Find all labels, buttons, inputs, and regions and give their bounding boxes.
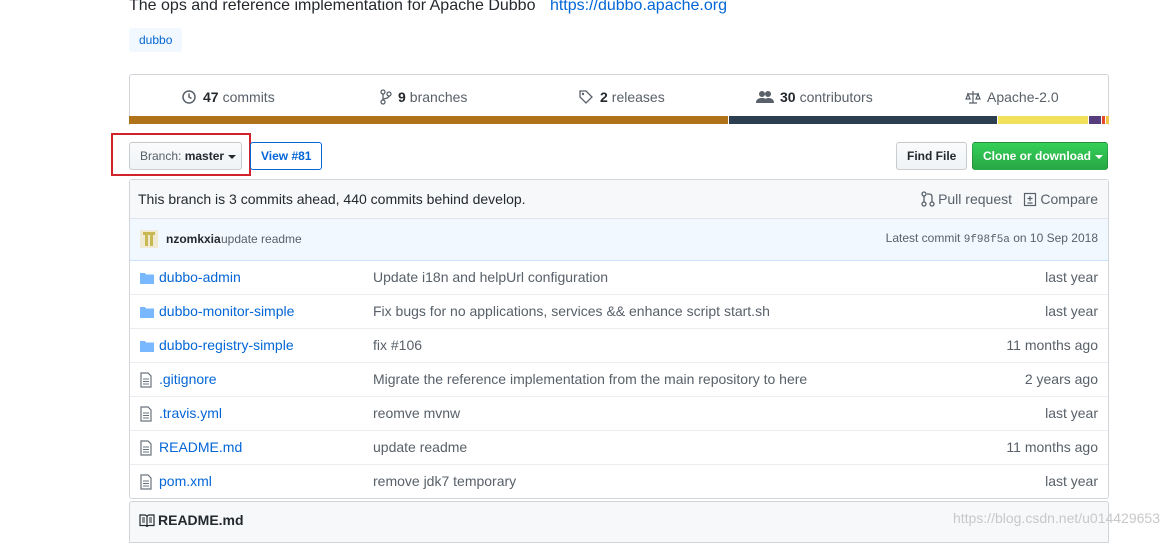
file-commit-message[interactable]: reomve mvnw (373, 405, 460, 421)
diff-icon (1024, 192, 1037, 207)
commits-label: commits (222, 89, 275, 105)
file-row: dubbo-admin Update i18n and helpUrl confi… (130, 261, 1108, 294)
git-branch-icon (380, 89, 392, 105)
clone-label: Clone or download (983, 149, 1091, 163)
file-row: .gitignore Migrate the reference implemen… (130, 362, 1108, 396)
releases-link[interactable]: 2 releases (578, 89, 665, 105)
pull-request-link[interactable]: Pull request (921, 191, 1012, 207)
branches-count: 9 (398, 89, 406, 105)
language-segment[interactable] (1102, 116, 1106, 124)
watermark: https://blog.csdn.net/u014429653 (952, 510, 1160, 526)
commit-message[interactable]: update readme (221, 232, 302, 246)
people-icon (756, 91, 774, 103)
file-age: 11 months ago (1006, 439, 1098, 455)
commits-link[interactable]: 47 commits (181, 89, 275, 105)
file-row: pom.xml remove jdk7 temporary last year (130, 464, 1108, 498)
file-commit-message[interactable]: Fix bugs for no applications, services &… (373, 303, 770, 319)
file-age: 2 years ago (1024, 371, 1098, 387)
tag-icon (579, 90, 593, 104)
caret-down-icon (1095, 154, 1103, 159)
language-segment[interactable] (129, 116, 728, 124)
caret-down-icon (228, 154, 237, 159)
language-segment[interactable] (1089, 116, 1102, 124)
book-icon (139, 514, 155, 528)
file-name-link[interactable]: .travis.yml (159, 405, 222, 421)
contributors-count: 30 (780, 89, 796, 105)
branch-status-bar: This branch is 3 commits ahead, 440 comm… (130, 180, 1108, 219)
commit-sha[interactable]: 9f98f5a (964, 234, 1010, 246)
folder-icon (140, 305, 154, 322)
latest-commit-bar: nzomkxia update readme Latest commit 9f9… (130, 219, 1108, 261)
repo-homepage-link[interactable]: https://dubbo.apache.org (550, 0, 727, 14)
branch-name: master (184, 149, 225, 163)
file-commit-message[interactable]: fix #106 (373, 337, 422, 353)
file-icon (140, 372, 152, 391)
releases-count: 2 (600, 89, 608, 105)
file-row: dubbo-monitor-simple Fix bugs for no appl… (130, 294, 1108, 328)
repo-description: The ops and reference implementation for… (129, 0, 727, 15)
commit-date: on 10 Sep 2018 (1013, 231, 1098, 245)
language-segment[interactable] (728, 116, 997, 124)
releases-label: releases (611, 89, 665, 105)
compare-label: Compare (1040, 191, 1098, 207)
branches-link[interactable]: 9 branches (380, 89, 467, 105)
topic-tag[interactable]: dubbo (129, 28, 183, 52)
file-list: dubbo-admin Update i18n and helpUrl confi… (130, 261, 1108, 498)
language-bar[interactable] (129, 116, 1109, 124)
file-age: 11 months ago (1006, 337, 1098, 353)
file-age: last year (1045, 473, 1098, 489)
file-commit-message[interactable]: Migrate the reference implementation fro… (373, 371, 807, 387)
file-commit-message[interactable]: update readme (373, 439, 467, 455)
file-commit-message[interactable]: remove jdk7 temporary (373, 473, 516, 489)
file-icon (140, 406, 152, 425)
latest-commit-prefix: Latest commit (885, 231, 961, 245)
file-icon (140, 440, 152, 459)
file-commit-message[interactable]: Update i18n and helpUrl configuration (373, 269, 608, 285)
license-label: Apache-2.0 (987, 89, 1059, 105)
file-row: README.md update readme 11 months ago (130, 430, 1108, 464)
file-icon (140, 474, 152, 493)
compare-link[interactable]: Compare (1023, 191, 1098, 207)
branch-select-button[interactable]: Branch: master (129, 142, 242, 170)
language-segment[interactable] (1106, 116, 1109, 124)
clone-download-button[interactable]: Clone or download (972, 142, 1108, 170)
license-link[interactable]: Apache-2.0 (965, 89, 1059, 105)
avatar[interactable] (140, 230, 158, 248)
file-name-link[interactable]: dubbo-monitor-simple (159, 303, 294, 319)
contributors-label: contributors (799, 89, 873, 105)
file-age: last year (1045, 269, 1098, 285)
contributors-link[interactable]: 30 contributors (756, 89, 873, 105)
law-icon (965, 91, 981, 104)
file-name-link[interactable]: pom.xml (159, 473, 212, 489)
commits-count: 47 (203, 89, 219, 105)
file-name-link[interactable]: README.md (159, 439, 242, 455)
pull-request-label: Pull request (938, 191, 1012, 207)
folder-icon (140, 339, 154, 356)
branch-status-text: This branch is 3 commits ahead, 440 comm… (138, 191, 526, 207)
commit-author[interactable]: nzomkxia (166, 232, 221, 246)
history-icon (182, 90, 196, 104)
file-age: last year (1045, 405, 1098, 421)
branches-label: branches (409, 89, 468, 105)
find-file-button[interactable]: Find File (896, 142, 968, 170)
git-pull-request-icon (921, 191, 935, 207)
view-pr-button[interactable]: View #81 (250, 142, 323, 170)
file-name-link[interactable]: dubbo-registry-simple (159, 337, 294, 353)
file-row: dubbo-registry-simple fix #106 11 months a… (130, 328, 1108, 362)
latest-commit-info: Latest commit 9f98f5a on 10 Sep 2018 (886, 231, 1098, 246)
file-row: .travis.yml reomve mvnw last year (130, 396, 1108, 430)
file-age: last year (1045, 303, 1098, 319)
language-segment[interactable] (997, 116, 1089, 124)
readme-title: README.md (158, 512, 244, 528)
file-navigation: This branch is 3 commits ahead, 440 comm… (129, 179, 1109, 499)
branch-prefix: Branch: (140, 149, 182, 163)
file-name-link[interactable]: .gitignore (159, 371, 217, 387)
repo-description-text: The ops and reference implementation for… (129, 0, 536, 14)
folder-icon (140, 271, 154, 288)
file-name-link[interactable]: dubbo-admin (159, 269, 241, 285)
